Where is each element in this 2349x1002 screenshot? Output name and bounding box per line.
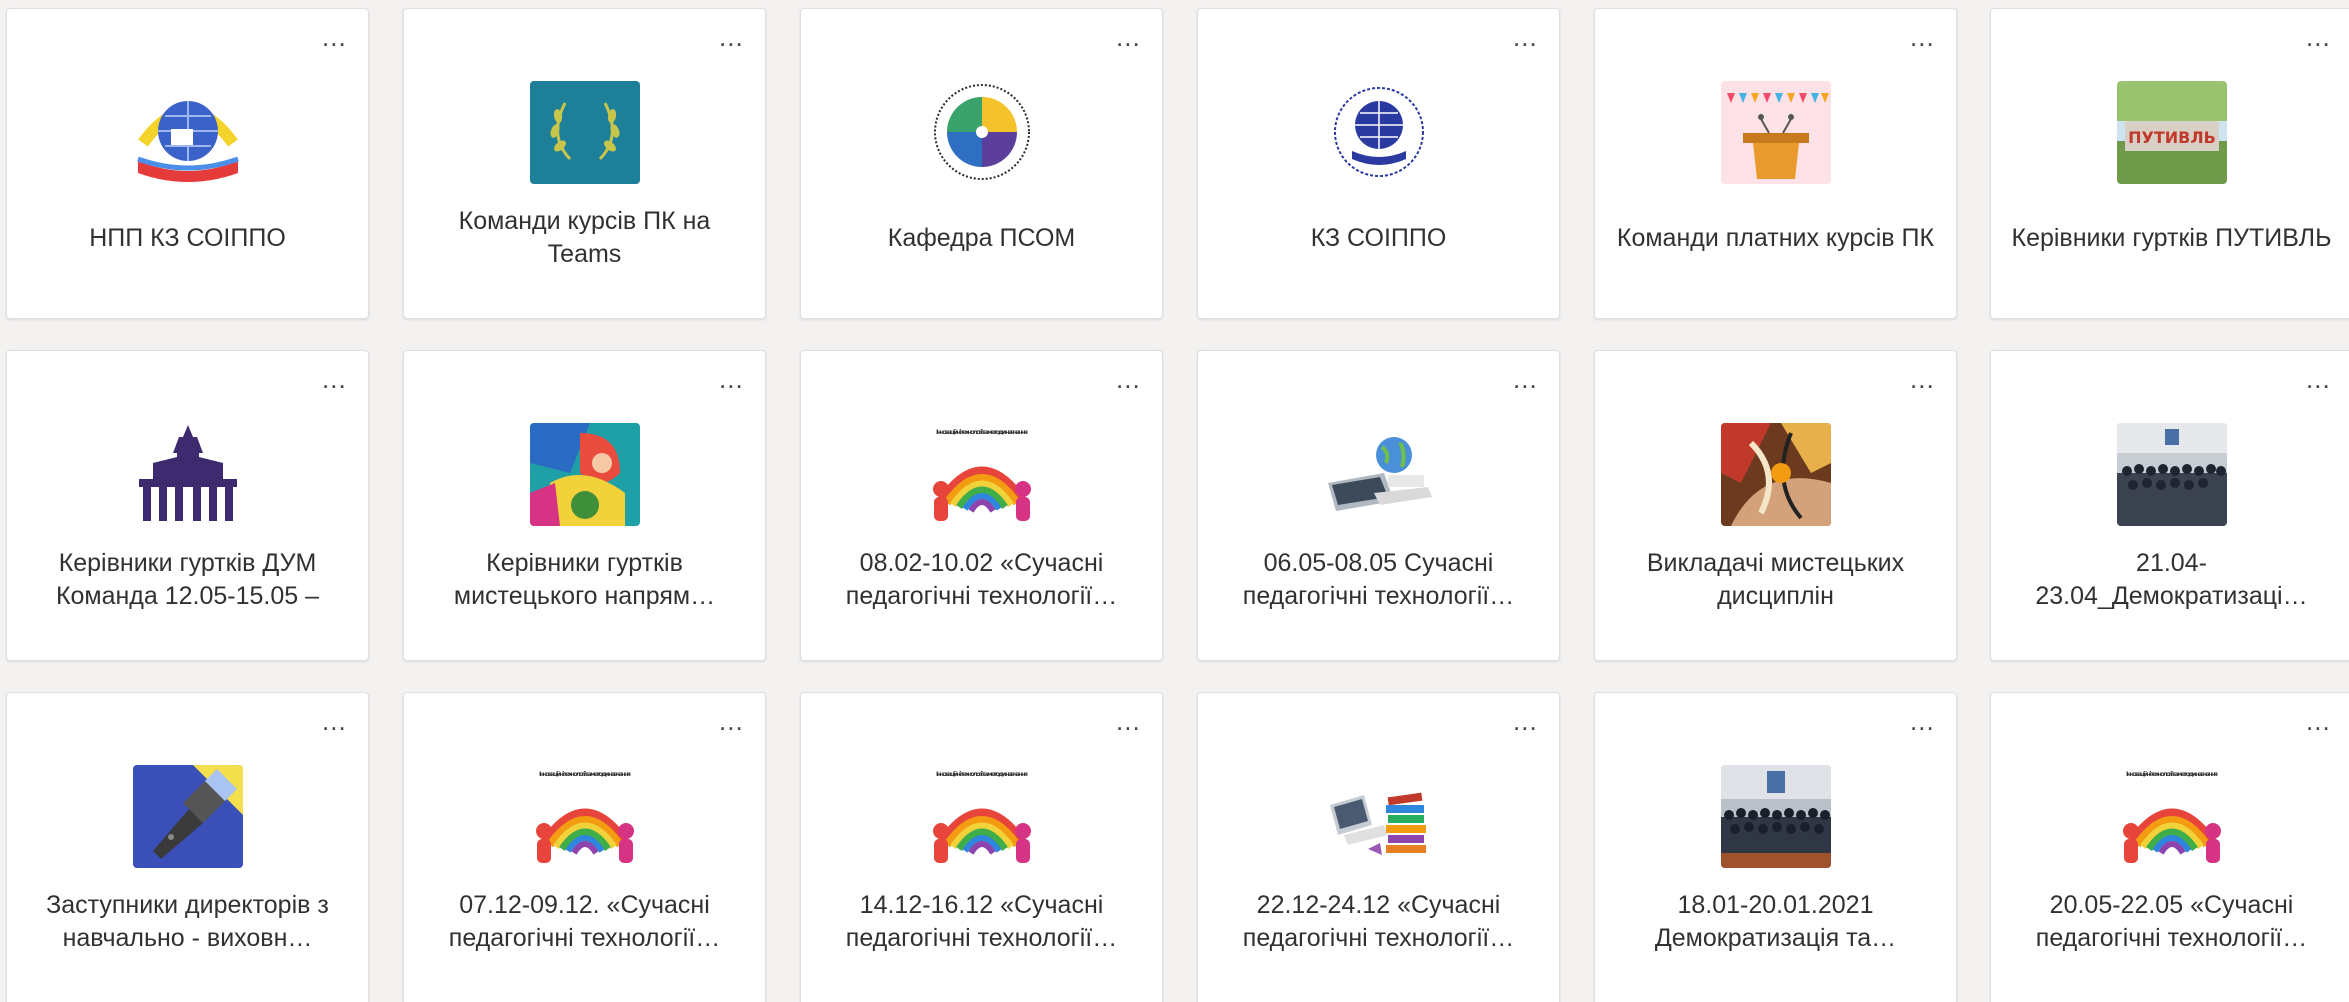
team-card[interactable]: ... 18.01-20.01.2021 Демократизація та… [1594, 692, 1957, 1002]
laurel-wreath-logo [529, 81, 640, 184]
team-name: 22.12-24.12 «Сучасні педагогічні техноло… [1242, 891, 1515, 952]
more-options-icon[interactable]: ... [1513, 24, 1537, 51]
team-name: КЗ СОІППО [1310, 223, 1447, 252]
palace-silhouette-logo [132, 423, 243, 526]
more-options-icon[interactable]: ... [1116, 24, 1140, 51]
team-card[interactable]: ... Заступники директорів з навчально - … [6, 692, 369, 1002]
team-card[interactable]: ... 06.05-08.05 Сучасні педагогічні техн… [1197, 350, 1560, 661]
team-name: Команди платних курсів ПК [1616, 223, 1935, 252]
more-options-icon[interactable]: ... [2306, 366, 2330, 393]
institute-globe-logo [132, 81, 243, 184]
books-laptop-image [1323, 765, 1434, 868]
team-name: 14.12-16.12 «Сучасні педагогічні техноло… [845, 891, 1118, 952]
team-card[interactable]: ... Інноваційні технології та методи нав… [800, 692, 1163, 1002]
teams-grid: ... НПП КЗ СОІППО ... Команди курсів ПК … [0, 0, 2349, 1002]
abstract-art-image [1720, 423, 1831, 526]
team-name: Кафедра ПСОМ [887, 223, 1076, 252]
team-card[interactable]: ... Керівники гуртків мистецького напрям… [403, 350, 766, 661]
more-options-icon[interactable]: ... [1910, 708, 1934, 735]
more-options-icon[interactable]: ... [1910, 24, 1934, 51]
more-options-icon[interactable]: ... [2306, 708, 2330, 735]
team-name: Команди курсів ПК на Teams [458, 207, 711, 268]
more-options-icon[interactable]: ... [1513, 366, 1537, 393]
more-options-icon[interactable]: ... [322, 24, 346, 51]
team-name: Викладачі мистецьких дисциплін [1646, 549, 1905, 610]
innovation-people-image: Інноваційні технології та методи навчанн… [2117, 765, 2227, 868]
globe-laptop-image [1323, 423, 1434, 526]
more-options-icon[interactable]: ... [1116, 366, 1140, 393]
putyvl-sign-text: ПУТИВЛЬ [2128, 128, 2216, 147]
more-options-icon[interactable]: ... [2306, 24, 2330, 51]
more-options-icon[interactable]: ... [719, 366, 743, 393]
more-options-icon[interactable]: ... [1910, 366, 1934, 393]
group-photo [1720, 765, 1831, 868]
innovation-caption: Інноваційні технології та методи навчанн… [936, 770, 1028, 778]
podium-bunting-image [1720, 81, 1831, 184]
flashlight-icon [132, 765, 243, 868]
team-name: НПП КЗ СОІППО [89, 223, 286, 252]
group-photo [2117, 423, 2227, 526]
innovation-people-image: Інноваційні технології та методи навчанн… [926, 423, 1037, 526]
innovation-people-image: Інноваційні технології та методи навчанн… [926, 765, 1037, 868]
putyvl-sign-photo: ПУТИВЛЬ [2117, 81, 2227, 184]
kafedra-circle-logo [926, 81, 1037, 184]
team-card[interactable]: ... Інноваційні технології та методи нав… [800, 350, 1163, 661]
innovation-caption: Інноваційні технології та методи навчанн… [2126, 770, 2218, 778]
team-name: Керівники гуртків ПУТИВЛЬ [2011, 223, 2332, 252]
innovation-people-image: Інноваційні технології та методи навчанн… [529, 765, 640, 868]
team-name: Керівники гуртків мистецького напрям… [453, 549, 716, 610]
team-card[interactable]: ... КЗ СОІППО [1197, 8, 1560, 319]
team-name: 21.04-23.04_Демократизаці… [2035, 549, 2308, 610]
innovation-caption: Інноваційні технології та методи навчанн… [539, 770, 631, 778]
institute-blue-logo [1323, 81, 1434, 184]
team-name: Керівники гуртків ДУМ Команда 12.05-15.0… [55, 549, 320, 610]
team-name: 06.05-08.05 Сучасні педагогічні технолог… [1242, 549, 1515, 610]
more-options-icon[interactable]: ... [719, 24, 743, 51]
team-card[interactable]: ... Викладачі мистецьких дисциплін [1594, 350, 1957, 661]
team-card[interactable]: ... 21.04-23.04_Демократизаці… [1990, 350, 2349, 661]
team-card[interactable]: ... Команди платних курсів ПК [1594, 8, 1957, 319]
team-card[interactable]: ... 22.12-24.12 «Сучасні педагогічні тех… [1197, 692, 1560, 1002]
team-name: Заступники директорів з навчально - вихо… [46, 891, 329, 952]
team-card[interactable]: ... Кафедра ПСОМ [800, 8, 1163, 319]
team-name: 08.02-10.02 «Сучасні педагогічні техноло… [845, 549, 1118, 610]
team-name: 18.01-20.01.2021 Демократизація та… [1654, 891, 1897, 952]
team-card[interactable]: ... Керівники гуртків ДУМ Команда 12.05-… [6, 350, 369, 661]
more-options-icon[interactable]: ... [1513, 708, 1537, 735]
team-name: 20.05-22.05 «Сучасні педагогічні техноло… [2035, 891, 2308, 952]
team-card[interactable]: ... Команди курсів ПК на Teams [403, 8, 766, 319]
more-options-icon[interactable]: ... [322, 708, 346, 735]
more-options-icon[interactable]: ... [1116, 708, 1140, 735]
more-options-icon[interactable]: ... [719, 708, 743, 735]
team-name: 07.12-09.12. «Сучасні педагогічні технол… [448, 891, 721, 952]
team-card[interactable]: ... Інноваційні технології та методи нав… [403, 692, 766, 1002]
team-card[interactable]: ... НПП КЗ СОІППО [6, 8, 369, 319]
more-options-icon[interactable]: ... [322, 366, 346, 393]
team-card[interactable]: ... ПУТИВЛЬ Керівники гуртків ПУТИВЛЬ [1990, 8, 2349, 319]
art-painting-image [529, 423, 640, 526]
team-card[interactable]: ... Інноваційні технології та методи нав… [1990, 692, 2349, 1002]
innovation-caption: Інноваційні технології та методи навчанн… [936, 428, 1028, 436]
